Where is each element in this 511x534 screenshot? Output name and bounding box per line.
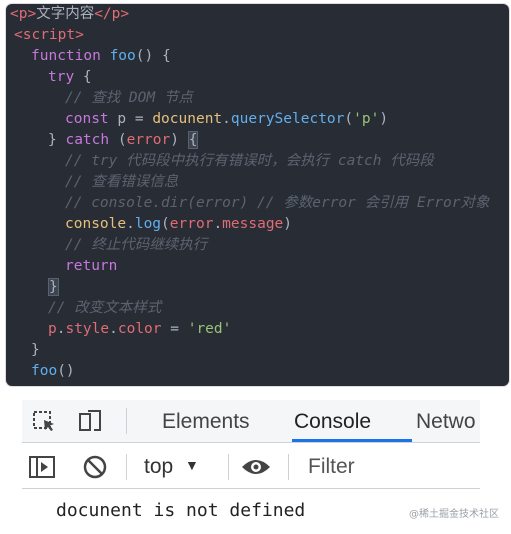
tab-console[interactable]: Console [294,410,371,434]
object: console [65,216,127,232]
property: color [117,321,162,337]
punct: ( [161,216,170,232]
dropdown-arrow-icon: ▼ [185,457,199,473]
toolbar-divider [126,408,127,434]
comment: // 终止代码继续执行 [65,237,208,253]
script-tag: <script> [14,27,84,43]
code-editor: <p>文字内容</p> <script> function foo() { tr… [6,4,509,386]
clear-console-icon[interactable] [82,454,108,484]
string: 'p' [353,111,380,127]
punct: ) [379,111,389,127]
punct: . [213,216,223,232]
active-tab-indicator [292,439,412,442]
tab-network[interactable]: Netwo [416,410,476,434]
toolbar-divider [228,454,229,480]
matched-brace: { [187,131,199,149]
property: message [222,216,284,232]
code-line-5: // 查找 DOM 节点 [65,88,193,109]
code-line-11: console.log(error.message) [65,214,292,235]
inspect-element-icon[interactable] [32,410,58,438]
tag-open: <p> [10,6,37,22]
punct: ( [109,132,127,148]
code-line-12: // 终止代码继续执行 [65,235,207,256]
punct: } [48,132,66,148]
comment: // 查看错误信息 [65,174,179,190]
code-line-14: } [48,277,59,298]
tag-text: 文字内容 [36,6,95,22]
watermark: @稀土掘金技术社区 [409,509,499,520]
punct: () { [135,48,171,64]
comment: // try 代码段中执行有错误时，会执行 catch 代码段 [65,153,434,169]
console-error-message: docunent is not defined [56,500,306,521]
punct: ) [170,132,188,148]
code-line-4: try { [48,67,92,88]
context-selector-value: top [144,455,174,478]
comment: // 查找 DOM 节点 [65,90,193,106]
operator: = [161,321,188,337]
code-line-7: } catch (error) { [48,130,199,151]
eye-icon[interactable] [240,456,272,482]
object: docunent [152,111,223,127]
code-line-16: p.style.color = 'red' [48,319,231,340]
sidebar-toggle-icon[interactable] [28,455,56,483]
code-line-10: // console.dir(error) // 参数error 会引用 Err… [65,193,490,214]
code-line-17: } [31,340,40,361]
code-line-8: // try 代码段中执行有错误时，会执行 catch 代码段 [65,151,434,172]
function-name: foo [109,48,136,64]
punct: . [222,111,231,127]
property: style [65,321,110,337]
punct: { [74,69,92,85]
variable: p = [108,111,153,127]
code-line-15: // 改变文本样式 [48,298,161,319]
punct: () [57,363,75,379]
code-line-13: return [65,256,117,277]
console-toolbar: top ▼ Filter [22,446,480,489]
code-line-18: foo() [31,361,75,382]
filter-input[interactable]: Filter [308,455,468,479]
devtools-panel: Elements Console Netwo top ▼ Filter docu… [0,390,511,534]
punct: } [31,342,40,358]
code-line-3: function foo() { [31,46,171,67]
string: 'red' [187,321,232,337]
function-call: foo [31,363,58,379]
comment: // 改变文本样式 [48,300,162,316]
device-toolbar-icon[interactable] [78,408,106,438]
param: error [126,132,171,148]
method: log [134,216,162,232]
comment: // console.dir(error) // 参数error 会引用 Err… [65,195,490,211]
keyword: const [65,111,109,127]
code-line-2: <script> [14,25,84,46]
code-line-1: <p>文字内容</p> [10,4,129,25]
toolbar-divider [126,454,127,480]
matched-brace: } [48,278,59,296]
tag-close: </p> [94,6,130,22]
keyword: function [31,48,101,64]
punct: ( [344,111,354,127]
variable: p [48,321,57,337]
code-line-6: const p = docunent.querySelector('p') [65,109,388,130]
method: querySelector [230,111,345,127]
punct: . [126,216,135,232]
keyword: return [65,258,118,274]
punct: ) [283,216,293,232]
devtools-tabbar: Elements Console Netwo [22,400,480,443]
keyword: try [48,69,75,85]
toolbar-divider [288,454,289,480]
keyword: catch [65,132,110,148]
punct: . [109,321,118,337]
code-line-9: // 查看错误信息 [65,172,178,193]
param: error [169,216,214,232]
tab-elements[interactable]: Elements [162,410,250,434]
context-selector[interactable]: top ▼ [144,455,199,479]
